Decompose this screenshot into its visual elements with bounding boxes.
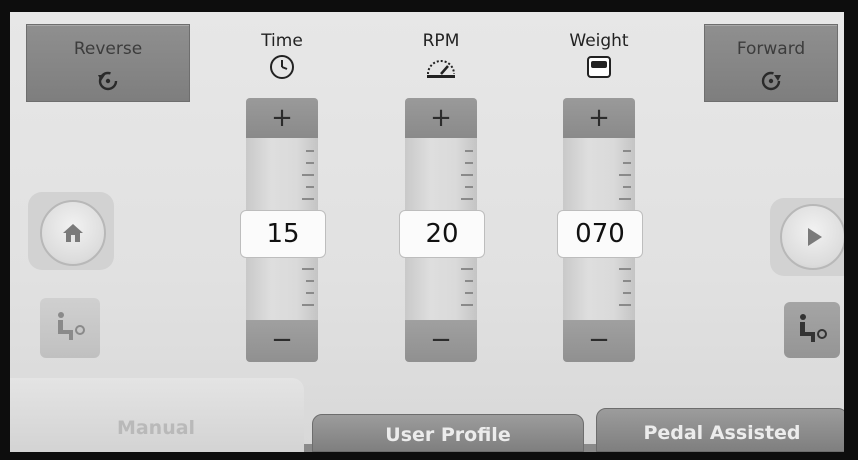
rpm-decrease-button[interactable]: − — [405, 320, 477, 362]
scale-ticks — [459, 264, 477, 320]
play-button[interactable] — [780, 204, 844, 270]
rpm-value[interactable]: 20 — [399, 210, 485, 258]
scale-ticks — [617, 264, 635, 320]
rpm-increase-button[interactable]: + — [405, 98, 477, 138]
rpm-stepper: + 20 − — [399, 98, 485, 362]
reverse-label: Reverse — [73, 39, 143, 59]
scale-ticks — [300, 144, 318, 204]
clock-icon — [270, 55, 294, 79]
machine-control-screen: Reverse Forward Time RPM Weight + 15 − +… — [10, 12, 844, 452]
time-stepper: + 15 − — [240, 98, 326, 362]
scale-ticks — [459, 144, 477, 204]
tab-user-profile[interactable]: User Profile — [312, 414, 584, 452]
home-icon — [63, 224, 83, 242]
home-button[interactable] — [40, 200, 106, 266]
weight-label: Weight — [569, 31, 629, 51]
seat-icon — [58, 312, 85, 340]
seat-left-button[interactable] — [40, 298, 100, 358]
weight-value[interactable]: 070 — [557, 210, 643, 258]
play-icon — [808, 228, 822, 246]
rotate-cw-icon — [761, 71, 781, 91]
forward-label: Forward — [736, 39, 806, 59]
tab-pedal-assisted[interactable]: Pedal Assisted — [596, 408, 844, 452]
weight-stepper: + 070 − — [557, 98, 643, 362]
forward-button[interactable]: Forward — [704, 24, 838, 102]
time-increase-button[interactable]: + — [246, 98, 318, 138]
scale-ticks — [300, 264, 318, 320]
time-label: Time — [261, 31, 303, 51]
rotate-ccw-icon — [98, 71, 118, 91]
reverse-button[interactable]: Reverse — [26, 24, 190, 102]
rpm-label: RPM — [422, 31, 460, 51]
scale-ticks — [617, 144, 635, 204]
tab-manual[interactable]: Manual — [10, 378, 304, 452]
weight-icon — [587, 56, 611, 78]
weight-increase-button[interactable]: + — [563, 98, 635, 138]
speedometer-icon — [427, 60, 455, 78]
seat-right-button[interactable] — [784, 302, 840, 358]
seat-icon — [800, 314, 827, 342]
weight-decrease-button[interactable]: − — [563, 320, 635, 362]
time-decrease-button[interactable]: − — [246, 320, 318, 362]
time-value[interactable]: 15 — [240, 210, 326, 258]
